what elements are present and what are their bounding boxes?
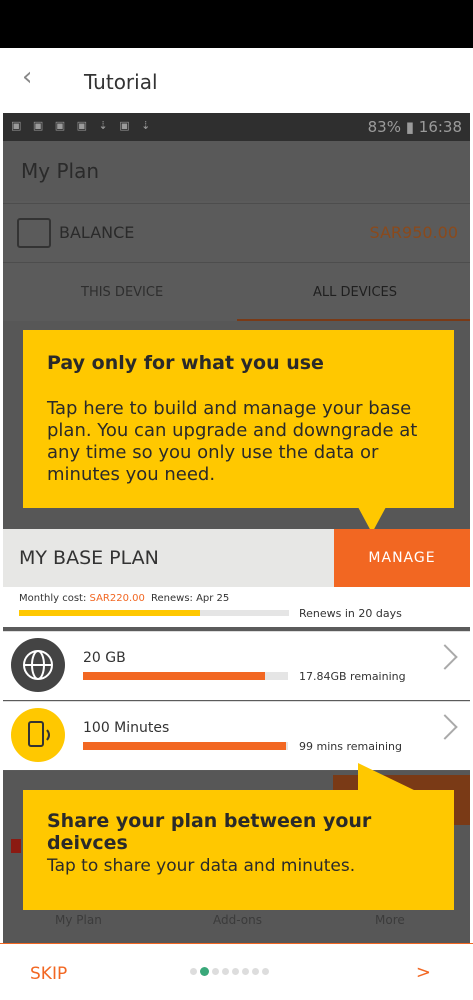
callout-title: Pay only for what you use [47,352,324,374]
ghost-tab-more: More [375,913,405,927]
my-plan-header: My Plan [3,141,470,201]
tutorial-footer: SKIP > [0,943,473,1000]
balance-amount: SAR950.00 [369,223,459,242]
device-status-bar [0,0,473,48]
base-plan-label: MY BASE PLAN [19,547,159,569]
balance-label: BALANCE [59,223,135,242]
phone-icon [11,708,65,762]
my-plan-title: My Plan [21,159,99,183]
status-icons-left: ▣ ▣ ▣ ▣ ⇣ ▣ ⇣ [11,119,155,132]
plan-progress-bar [19,610,289,616]
renews-in: Renews in 20 days [299,607,402,620]
usage-bar [83,672,288,680]
usage-fill [83,742,286,750]
next-button[interactable]: > [416,962,431,983]
monthly-cost: Monthly cost: SAR220.00 [19,593,145,604]
inner-status-bar: ▣ ▣ ▣ ▣ ⇣ ▣ ⇣ 83% ▮ 16:38 [3,113,470,141]
dimmed-marker [11,839,21,853]
ghost-tab-addons: Add-ons [213,913,262,927]
callout-body: Tap here to build and manage your base p… [47,398,418,485]
usage-bar [83,742,288,750]
remaining-text: 17.84GB remaining [299,670,406,683]
list-item-minutes[interactable]: 100 Minutes 99 mins remaining [3,701,470,770]
device-tabs: THIS DEVICE ALL DEVICES [3,263,470,321]
page-dot [232,968,239,975]
plan-progress-fill [19,610,200,616]
callout-pointer [358,763,416,791]
page-indicator [190,967,269,976]
usage-fill [83,672,266,680]
manage-button[interactable]: MANAGE [334,529,470,587]
page-dot [190,968,197,975]
monthly-cost-value: SAR220.00 [89,593,145,604]
status-battery-time: 83% ▮ 16:38 [367,118,462,136]
ghost-tab-myplan: My Plan [55,913,102,927]
tutorial-callout-pay: Pay only for what you use Tap here to bu… [23,330,454,508]
app-header: ‹ Tutorial [0,48,473,114]
base-plan-row: MY BASE PLAN MANAGE [3,529,470,587]
callout-body: Tap to share your data and minutes. [47,856,356,876]
tutorial-callout-share: Share your plan between your deivces Tap… [23,790,454,910]
chevron-left-icon[interactable]: ‹ [22,62,32,92]
page-dot [252,968,259,975]
tab-this-device[interactable]: THIS DEVICE [81,285,163,300]
item-name: 20 GB [83,650,126,666]
chevron-right-icon[interactable] [432,644,458,670]
chevron-right-icon[interactable] [432,714,458,740]
tab-all-devices[interactable]: ALL DEVICES [313,285,397,300]
callout-title: Share your plan between your deivces [47,810,372,854]
page-dot [242,968,249,975]
page-title: Tutorial [84,70,158,94]
balance-row: BALANCE SAR950.00 [3,203,470,263]
page-dot [212,968,219,975]
page-dot [222,968,229,975]
globe-icon [11,638,65,692]
renews-date: Renews: Apr 25 [151,593,230,604]
list-item-data[interactable]: 20 GB 17.84GB remaining [3,631,470,700]
wallet-icon [17,218,51,248]
skip-button[interactable]: SKIP [30,964,67,984]
cost-row: Monthly cost: SAR220.00 Renews: Apr 25 R… [3,587,470,627]
page-dot [262,968,269,975]
page-dot-active [200,967,209,976]
remaining-text: 99 mins remaining [299,740,403,753]
tutorial-screenshot: ▣ ▣ ▣ ▣ ⇣ ▣ ⇣ 83% ▮ 16:38 My Plan BALANC… [3,113,470,943]
dimmed-tab-bar: My Plan Add-ons More [3,913,470,943]
item-name: 100 Minutes [83,720,170,736]
